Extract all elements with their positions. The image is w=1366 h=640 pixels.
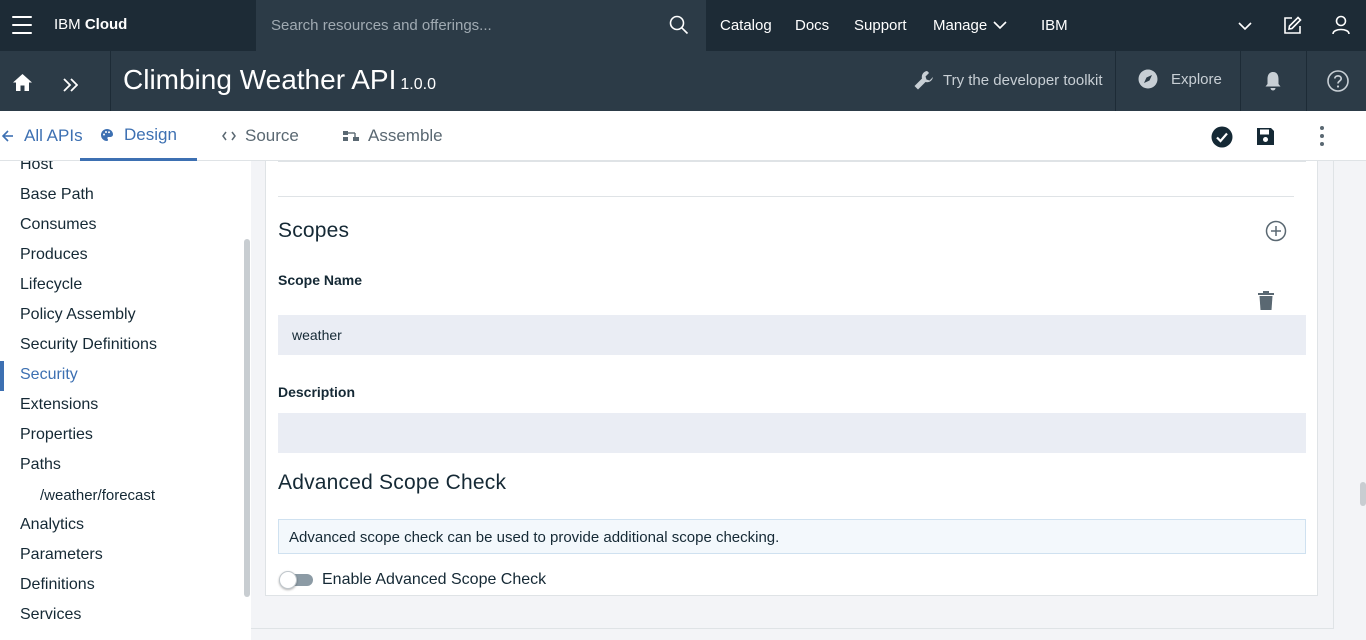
arrow-left-icon <box>2 130 13 142</box>
nav-manage[interactable]: Manage <box>933 0 987 51</box>
palette-icon <box>101 128 113 141</box>
bell-icon[interactable] <box>1264 71 1282 91</box>
api-header: Climbing Weather API 1.0.0 Try the develo… <box>0 51 1366 111</box>
advanced-scope-check-toggle[interactable] <box>279 571 313 589</box>
sidebar-item-host[interactable]: Host <box>20 161 53 174</box>
scope-name-label: Scope Name <box>278 272 363 288</box>
sidebar-item-paths[interactable]: Paths <box>20 456 61 474</box>
sidebar-item-security[interactable]: Security <box>20 366 78 384</box>
api-title: Climbing Weather API <box>123 64 397 95</box>
menu-icon[interactable] <box>12 16 32 34</box>
assemble-icon <box>343 131 359 141</box>
home-icon[interactable] <box>12 73 33 92</box>
developer-toolkit-link[interactable]: Try the developer toolkit <box>913 69 1103 91</box>
code-icon <box>222 131 236 141</box>
search-icon[interactable] <box>669 15 689 35</box>
delete-scope-icon[interactable] <box>1258 291 1274 310</box>
section-divider <box>278 196 1294 197</box>
sidebar-item-security-definitions[interactable]: Security Definitions <box>20 336 157 354</box>
overflow-menu-icon[interactable] <box>1319 125 1325 147</box>
section-top-edge <box>278 161 1306 162</box>
search-input[interactable] <box>256 0 656 51</box>
add-scope-icon[interactable] <box>1265 220 1287 242</box>
content-scrollbar[interactable] <box>1360 482 1366 506</box>
description-label: Description <box>278 384 356 400</box>
user-icon[interactable] <box>1332 15 1350 35</box>
active-indicator <box>0 361 4 391</box>
tab-source[interactable]: Source <box>222 111 299 161</box>
advanced-scope-check-heading: Advanced Scope Check <box>278 471 507 494</box>
chevron-down-icon[interactable] <box>993 20 1007 30</box>
top-header: IBM Cloud Catalog Docs Support Manage IB… <box>0 0 1366 51</box>
sidebar-item-parameters[interactable]: Parameters <box>20 546 103 564</box>
editor-tab-bar: All APIs Design Source Assemble <box>0 111 1366 161</box>
tab-design-label: Design <box>124 124 177 144</box>
sidebar-item-policy-assembly[interactable]: Policy Assembly <box>20 306 136 324</box>
advanced-scope-check-info: Advanced scope check can be used to prov… <box>278 519 1306 554</box>
sidebar-item-services[interactable]: Services <box>20 606 81 624</box>
explore-label: Explore <box>1171 70 1222 88</box>
help-icon[interactable] <box>1327 70 1349 92</box>
nav-support[interactable]: Support <box>854 0 907 51</box>
divider <box>1115 51 1116 111</box>
sidebar-item-definitions[interactable]: Definitions <box>20 576 95 594</box>
nav-docs[interactable]: Docs <box>795 0 829 51</box>
explore-button[interactable]: Explore <box>1138 69 1222 89</box>
account-chevron-icon[interactable] <box>1238 21 1252 31</box>
toggle-knob <box>279 571 297 589</box>
sidebar-item-produces[interactable]: Produces <box>20 246 88 264</box>
tab-assemble[interactable]: Assemble <box>343 111 443 161</box>
tab-design[interactable]: Design <box>80 111 197 161</box>
tab-assemble-label: Assemble <box>368 126 443 145</box>
search-bar <box>256 0 706 51</box>
sidebar-item-path-weather-forecast[interactable]: /weather/forecast <box>40 487 155 504</box>
sidebar-scrollbar[interactable] <box>244 239 250 597</box>
divider <box>1240 51 1241 111</box>
sidebar-item-properties[interactable]: Properties <box>20 426 93 444</box>
sidebar-item-lifecycle[interactable]: Lifecycle <box>20 276 82 294</box>
design-sidebar: Host Base Path Consumes Produces Lifecyc… <box>0 161 251 640</box>
developer-toolkit-label: Try the developer toolkit <box>943 71 1103 89</box>
sidebar-item-analytics[interactable]: Analytics <box>20 516 84 534</box>
sidebar-item-extensions[interactable]: Extensions <box>20 396 98 414</box>
sidebar-item-base-path[interactable]: Base Path <box>20 186 94 204</box>
advanced-scope-check-toggle-label: Enable Advanced Scope Check <box>322 571 547 588</box>
all-apis-link[interactable]: All APIs <box>2 111 83 161</box>
wrench-icon <box>914 71 933 90</box>
sidebar-item-consumes[interactable]: Consumes <box>20 216 96 234</box>
double-chevron-icon[interactable] <box>63 78 78 92</box>
api-version: 1.0.0 <box>400 76 436 93</box>
divider <box>1306 51 1307 111</box>
edit-icon[interactable] <box>1283 16 1302 35</box>
save-icon[interactable] <box>1256 127 1275 146</box>
brand-light: IBM <box>54 16 81 33</box>
validate-check-icon[interactable] <box>1211 126 1233 148</box>
tab-source-label: Source <box>245 126 299 145</box>
brand-bold: Cloud <box>84 16 128 33</box>
description-input[interactable] <box>278 413 1306 453</box>
compass-icon <box>1138 69 1158 89</box>
account-switcher[interactable]: IBM <box>1041 0 1068 51</box>
divider <box>110 51 111 111</box>
scope-name-input[interactable] <box>278 315 1306 355</box>
page-title: Climbing Weather API 1.0.0 <box>123 64 436 96</box>
all-apis-label: All APIs <box>24 126 83 145</box>
nav-catalog[interactable]: Catalog <box>720 0 772 51</box>
scopes-heading: Scopes <box>278 219 350 242</box>
brand-logo[interactable]: IBM Cloud <box>54 16 127 33</box>
